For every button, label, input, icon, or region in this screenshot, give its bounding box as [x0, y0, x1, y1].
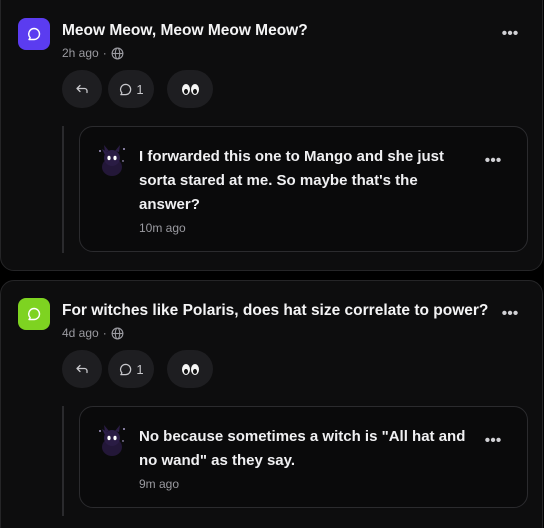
thread-line — [62, 126, 64, 253]
reply-card[interactable]: No because sometimes a witch is "All hat… — [79, 406, 528, 508]
meta-separator: · — [102, 326, 107, 340]
comments-button[interactable]: 1 — [108, 350, 154, 388]
comment-icon — [120, 83, 132, 95]
reply-button[interactable] — [62, 70, 102, 108]
reply-time: 10m ago — [139, 221, 186, 235]
comment-count: 1 — [136, 361, 144, 377]
reaction-button[interactable] — [167, 70, 213, 108]
eyes-icon — [181, 363, 199, 375]
question-meta: 2h ago · — [62, 46, 124, 60]
witch-cat-avatar — [99, 145, 125, 176]
meta-separator: · — [102, 46, 107, 60]
question-card[interactable]: For witches like Polaris, does hat size … — [0, 280, 543, 528]
comment-icon — [120, 363, 132, 375]
chat-bubble-icon — [28, 27, 41, 41]
question-title[interactable]: For witches like Polaris, does hat size … — [62, 302, 488, 320]
eyes-icon — [181, 83, 199, 95]
question-meta: 4d ago · — [62, 326, 124, 340]
reply-arrow-icon — [76, 364, 88, 374]
reaction-button[interactable] — [167, 350, 213, 388]
reply-text: I forwarded this one to Mango and she ju… — [139, 148, 445, 213]
question-title[interactable]: Meow Meow, Meow Meow Meow? — [62, 22, 308, 40]
more-icon[interactable]: ••• — [498, 304, 522, 324]
reply-button[interactable] — [62, 350, 102, 388]
question-time: 4d ago — [62, 326, 99, 340]
reply-arrow-icon — [76, 84, 88, 94]
more-icon[interactable]: ••• — [498, 24, 522, 44]
question-card[interactable]: Meow Meow, Meow Meow Meow? 2h ago · ••• … — [0, 0, 543, 271]
question-avatar — [18, 18, 50, 50]
reply-card[interactable]: I forwarded this one to Mango and she ju… — [79, 126, 528, 252]
globe-icon — [111, 327, 124, 339]
chat-bubble-icon — [28, 307, 41, 321]
more-icon[interactable]: ••• — [481, 151, 505, 171]
witch-cat-avatar — [99, 425, 125, 456]
comments-button[interactable]: 1 — [108, 70, 154, 108]
question-avatar — [18, 298, 50, 330]
reply-text: No because sometimes a witch is "All hat… — [139, 428, 466, 469]
comment-count: 1 — [136, 81, 144, 97]
reply-time: 9m ago — [139, 477, 180, 491]
more-icon[interactable]: ••• — [481, 431, 505, 451]
question-time: 2h ago — [62, 46, 99, 60]
thread-line — [62, 406, 64, 516]
globe-icon — [111, 47, 124, 59]
